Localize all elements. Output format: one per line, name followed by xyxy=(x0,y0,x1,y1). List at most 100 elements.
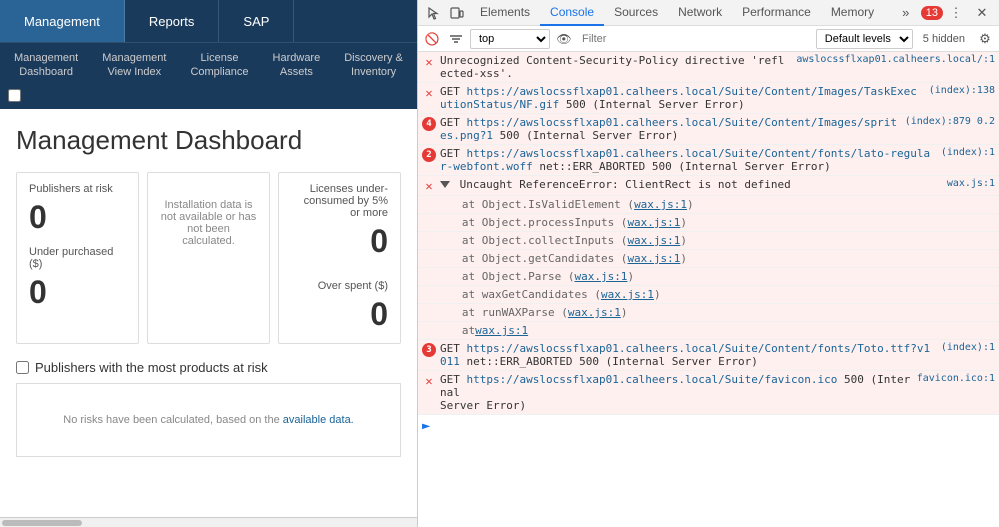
card-under-purchased-value: 0 xyxy=(29,274,126,311)
error-icon-1: ✕ xyxy=(422,55,436,69)
msg-content-6: GET https://awslocssflxap01.calheers.loc… xyxy=(440,342,935,368)
installation-data-msg: Installation data is not available or ha… xyxy=(160,183,257,263)
link-lato[interactable]: https://awslocssflxap01.calheers.local/S… xyxy=(440,147,930,173)
console-messages: ✕ Unrecognized Content-Security-Policy d… xyxy=(418,52,999,527)
page-title: Management Dashboard xyxy=(16,125,401,156)
wax-link-5[interactable]: wax.js:1 xyxy=(574,270,627,283)
tab-network[interactable]: Network xyxy=(668,0,732,26)
wax-link-2[interactable]: wax.js:1 xyxy=(627,216,680,229)
tab-memory[interactable]: Memory xyxy=(821,0,884,26)
prompt-cursor[interactable] xyxy=(436,420,443,433)
msg-source-4[interactable]: (index):1 xyxy=(941,147,995,158)
console-msg-sprites: 4 GET https://awslocssflxap01.calheers.l… xyxy=(418,114,999,145)
console-settings-btn[interactable]: ⚙ xyxy=(975,29,995,49)
card-overspent-label: Over spent ($) xyxy=(291,280,388,292)
nav-tab-reports[interactable]: Reports xyxy=(125,0,220,42)
subnav-hardware-assets[interactable]: HardwareAssets xyxy=(263,47,331,85)
more-tabs-btn[interactable]: » xyxy=(895,2,917,24)
nav-tab-sap[interactable]: SAP xyxy=(219,0,294,42)
wax-link-7[interactable]: wax.js:1 xyxy=(568,306,621,319)
device-icon[interactable] xyxy=(446,2,468,24)
error-icon-7: ✕ xyxy=(422,374,436,388)
link-favicon[interactable]: https://awslocssflxap01.calheers.local/S… xyxy=(467,373,838,386)
card-publishers-at-risk: Publishers at risk 0 Under purchased ($)… xyxy=(16,172,139,344)
subnav-discovery-inventory[interactable]: Discovery &Inventory xyxy=(334,47,413,85)
tab-sources[interactable]: Sources xyxy=(604,0,668,26)
stack-line-6: at waxGetCandidates (wax.js:1) xyxy=(418,286,999,304)
badge-icon-3: 3 xyxy=(422,343,436,357)
msg-source-2[interactable]: (index):138 xyxy=(929,85,995,96)
card-installation-data: Installation data is not available or ha… xyxy=(147,172,270,344)
tab-console[interactable]: Console xyxy=(540,0,604,26)
msg-source-7[interactable]: favicon.ico:1 xyxy=(917,373,995,384)
card-publishers-label: Publishers at risk xyxy=(29,183,126,195)
devtools-menu-btn[interactable]: ⋮ xyxy=(945,2,967,24)
error-icon-2: ✕ xyxy=(422,86,436,100)
expand-toggle-5[interactable] xyxy=(440,181,450,188)
stack-line-7: at runWAXParse (wax.js:1) xyxy=(418,304,999,322)
console-toolbar: 🚫 top 👁 Default levels 5 hidden ⚙ xyxy=(418,26,999,52)
stack-line-5: at Object.Parse (wax.js:1) xyxy=(418,268,999,286)
wax-link-1[interactable]: wax.js:1 xyxy=(634,198,687,211)
wax-link-8[interactable]: wax.js:1 xyxy=(475,324,528,337)
filter-input[interactable] xyxy=(578,29,812,49)
badge-icon-4: 4 xyxy=(422,117,436,131)
msg-content-4: GET https://awslocssflxap01.calheers.loc… xyxy=(440,147,935,173)
msg-source-1[interactable]: awslocssflxap01.calheers.local/:1 xyxy=(796,54,995,65)
msg-content-3: GET https://awslocssflxap01.calheers.loc… xyxy=(440,116,899,142)
msg-source-5[interactable]: wax.js:1 xyxy=(947,178,995,189)
card-publishers-value: 0 xyxy=(29,199,126,236)
section-checkbox[interactable] xyxy=(16,361,29,374)
no-data-msg: No risks have been calculated, based on … xyxy=(63,414,279,426)
subnav-management-view-index[interactable]: ManagementView Index xyxy=(92,47,176,85)
msg-source-3[interactable]: (index):879 0.2 xyxy=(905,116,995,127)
right-panel: Elements Console Sources Network Perform… xyxy=(418,0,999,527)
devtools-close-btn[interactable]: ✕ xyxy=(971,2,993,24)
section-title: Publishers with the most products at ris… xyxy=(16,360,401,375)
levels-select[interactable]: Default levels xyxy=(816,29,913,49)
stack-line-2: at Object.processInputs (wax.js:1) xyxy=(418,214,999,232)
section-title-text: Publishers with the most products at ris… xyxy=(35,360,268,375)
no-data-box: No risks have been calculated, based on … xyxy=(16,383,401,457)
subnav-license-compliance[interactable]: LicenseCompliance xyxy=(180,47,258,85)
scroll-area[interactable] xyxy=(0,517,417,527)
eye-btn[interactable]: 👁 xyxy=(554,29,574,49)
top-nav: Management Reports SAP xyxy=(0,0,417,42)
stack-line-3: at Object.collectInputs (wax.js:1) xyxy=(418,232,999,250)
left-panel: Management Reports SAP ManagementDashboa… xyxy=(0,0,418,527)
tab-elements[interactable]: Elements xyxy=(470,0,540,26)
card-licenses-label: Licenses under-consumed by 5% or more xyxy=(291,183,388,219)
msg-content-1: Unrecognized Content-Security-Policy dir… xyxy=(440,54,790,80)
wax-link-4[interactable]: wax.js:1 xyxy=(627,252,680,265)
msg-source-6[interactable]: (index):1 xyxy=(941,342,995,353)
main-content: Management Dashboard Publishers at risk … xyxy=(0,109,417,517)
inspect-icon[interactable] xyxy=(422,2,444,24)
context-selector[interactable]: top xyxy=(470,29,550,49)
stack-line-4: at Object.getCandidates (wax.js:1) xyxy=(418,250,999,268)
link-sprites[interactable]: https://awslocssflxap01.calheers.local/S… xyxy=(440,116,897,142)
stack-line-8: at wax.js:1 xyxy=(418,322,999,340)
checkbox-row xyxy=(0,85,417,109)
card-overspent-value: 0 xyxy=(291,296,388,333)
console-msg-nf-gif: ✕ GET https://awslocssflxap01.calheers.l… xyxy=(418,83,999,114)
wax-link-3[interactable]: wax.js:1 xyxy=(627,234,680,247)
available-data-link[interactable]: available data. xyxy=(283,414,354,426)
filter-toggle-btn[interactable] xyxy=(446,29,466,49)
clear-console-btn[interactable]: 🚫 xyxy=(422,29,442,49)
wax-link-6[interactable]: wax.js:1 xyxy=(601,288,654,301)
cards-row-1: Publishers at risk 0 Under purchased ($)… xyxy=(16,172,401,344)
link-nf-gif[interactable]: https://awslocssflxap01.calheers.local/S… xyxy=(440,85,917,111)
subnav-management-dashboard[interactable]: ManagementDashboard xyxy=(4,47,88,85)
badge-icon-2: 2 xyxy=(422,148,436,162)
link-toto[interactable]: https://awslocssflxap01.calheers.local/S… xyxy=(440,342,930,368)
devtools-tabs-bar: Elements Console Sources Network Perform… xyxy=(418,0,999,26)
more-tabs: » 13 ⋮ ✕ xyxy=(895,2,995,24)
subnav-checkbox[interactable] xyxy=(8,89,21,102)
console-msg-lato: 2 GET https://awslocssflxap01.calheers.l… xyxy=(418,145,999,176)
msg-content-7: GET https://awslocssflxap01.calheers.loc… xyxy=(440,373,911,412)
msg-content-2: GET https://awslocssflxap01.calheers.loc… xyxy=(440,85,923,111)
msg-content-5: Uncaught ReferenceError: ClientRect is n… xyxy=(440,178,941,191)
scroll-thumb xyxy=(2,520,82,526)
nav-tab-management[interactable]: Management xyxy=(0,0,125,42)
tab-performance[interactable]: Performance xyxy=(732,0,821,26)
